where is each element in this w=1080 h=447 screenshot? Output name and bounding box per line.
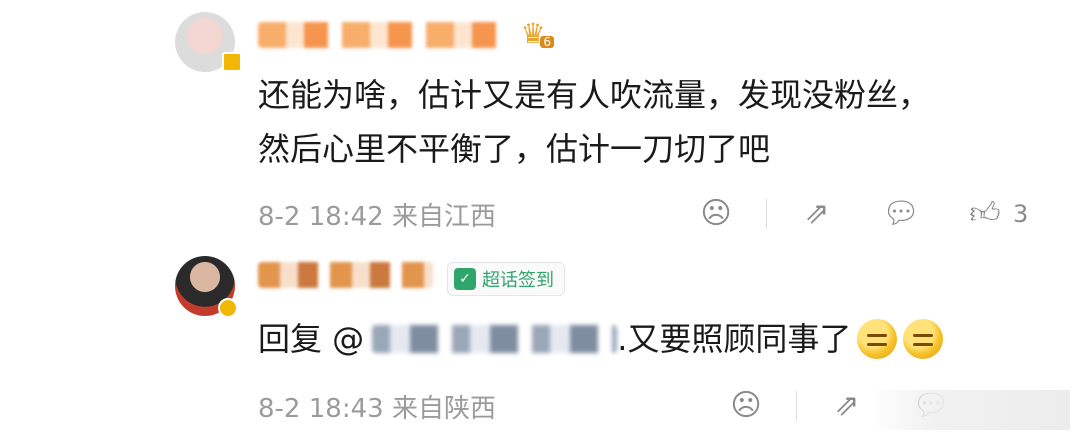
frown-face-icon[interactable]: ☹ bbox=[726, 386, 766, 426]
divider bbox=[796, 391, 797, 421]
reply-body: .又要照顾同事了 bbox=[617, 320, 852, 358]
level-badge: 6 bbox=[540, 36, 554, 48]
comment-text-line: 然后心里不平衡了，估计一刀切了吧 bbox=[258, 130, 771, 168]
like-count: 3 bbox=[1013, 200, 1029, 228]
comment-location: 来自江西 bbox=[391, 202, 496, 232]
comment-date: 8-2 18:43 bbox=[258, 394, 384, 424]
share-icon[interactable]: ⇗ bbox=[827, 386, 867, 426]
comment-meta: 8-2 18:43 来自陕西 bbox=[258, 388, 496, 425]
mention-username-blurred[interactable] bbox=[372, 325, 618, 353]
comment-location: 来自陕西 bbox=[391, 394, 496, 424]
username-blurred[interactable] bbox=[258, 262, 433, 288]
frown-face-icon[interactable]: ☹ bbox=[696, 194, 736, 234]
comment-icon[interactable]: 💬︎ bbox=[881, 194, 921, 234]
comment-actions: ☹ ⇗ 💬︎ 👍︎ 3 bbox=[696, 194, 1028, 234]
divider bbox=[766, 199, 767, 229]
reply-prefix: 回复 @ bbox=[258, 320, 365, 358]
crown-level-icon: ♛ 6 bbox=[512, 14, 554, 48]
checkin-icon: ✓ bbox=[454, 268, 476, 290]
comment-meta: 8-2 18:42 来自江西 bbox=[258, 196, 496, 233]
emoji-icon bbox=[857, 319, 898, 359]
thumbs-up-icon[interactable]: 👍︎ bbox=[965, 194, 1005, 234]
badge-label: 超话签到 bbox=[482, 270, 554, 291]
verified-badge-icon bbox=[218, 298, 238, 318]
watermark-overlay bbox=[870, 390, 1070, 430]
comment-text-line: 还能为啥，估计又是有人吹流量，发现没粉丝， bbox=[258, 76, 931, 114]
comment-date: 8-2 18:42 bbox=[258, 202, 384, 232]
verified-badge-icon bbox=[222, 52, 242, 72]
supertopic-checkin-badge[interactable]: ✓ 超话签到 bbox=[447, 262, 565, 296]
emoji-icon bbox=[903, 319, 944, 359]
reply-text: 回复 @ .又要照顾同事了 bbox=[258, 312, 944, 366]
username-blurred[interactable] bbox=[258, 22, 498, 48]
share-icon[interactable]: ⇗ bbox=[797, 194, 837, 234]
